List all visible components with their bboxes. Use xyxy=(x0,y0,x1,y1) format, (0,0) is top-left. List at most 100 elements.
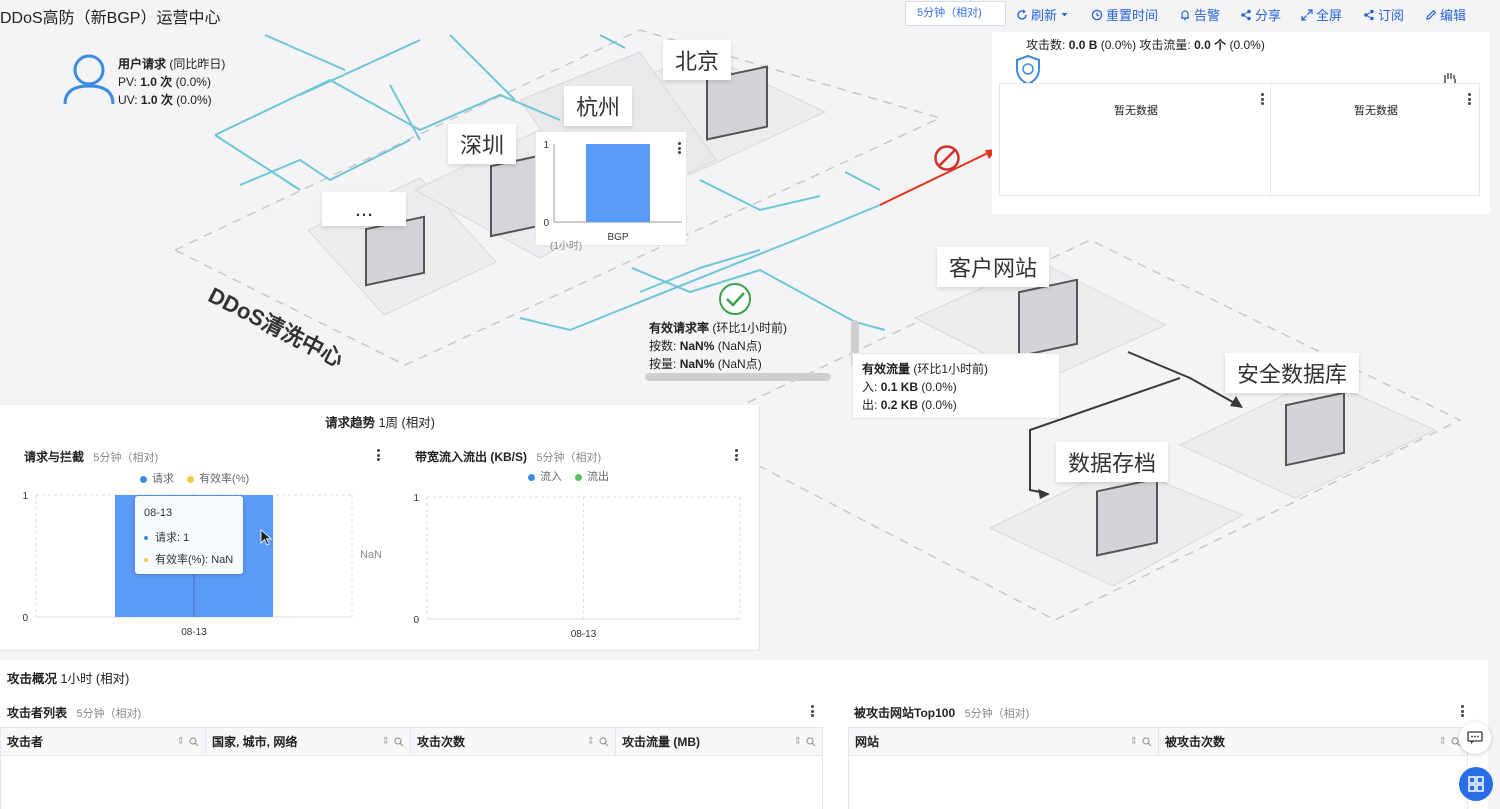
apps-button[interactable] xyxy=(1459,767,1493,801)
x-tick-label: BGP xyxy=(607,232,628,243)
fullscreen-icon xyxy=(1301,8,1313,21)
no-data-text-2: 暂无数据 xyxy=(1354,105,1398,117)
uv-row: UV: 1.0 次 (0.0%) xyxy=(118,91,212,108)
attacker-col-traffic[interactable]: 攻击流量 (MB) ⇕ xyxy=(616,728,822,756)
search-icon[interactable] xyxy=(806,737,816,747)
mouse-pointer-icon xyxy=(260,529,273,546)
y-tick-label: 0 xyxy=(543,218,549,229)
sort-icon[interactable]: ⇕ xyxy=(382,728,390,756)
search-icon[interactable] xyxy=(189,737,199,747)
fullscreen-button[interactable]: 全屏 xyxy=(1301,5,1342,24)
no-data-panel-2-menu-button[interactable] xyxy=(1463,92,1475,106)
edit-button[interactable]: 编辑 xyxy=(1425,5,1466,24)
no-data-panel-2: 暂无数据 xyxy=(1270,83,1480,196)
attacker-table-range: 5分钟（相对) xyxy=(76,708,142,720)
chat-button[interactable] xyxy=(1459,722,1491,754)
attacker-col-count[interactable]: 攻击次数 ⇕ xyxy=(411,728,616,756)
uv-label: UV: xyxy=(118,93,138,107)
subscribe-icon xyxy=(1364,9,1374,20)
no-data-panel-1-menu-button[interactable] xyxy=(1256,92,1268,106)
time-range-picker[interactable]: 5分钟（相对) xyxy=(905,1,1006,26)
reset-time-button[interactable]: 重置时间 xyxy=(1091,5,1158,24)
subscribe-label: 订阅 xyxy=(1378,8,1405,23)
database-server-icon xyxy=(1285,391,1345,467)
chart1-menu-button[interactable] xyxy=(372,448,384,462)
sort-icon[interactable]: ⇕ xyxy=(587,728,595,756)
data-archive-label: 数据存档 xyxy=(1056,442,1169,482)
no-data-panel-1: 暂无数据 xyxy=(999,83,1271,196)
share-button[interactable]: 分享 xyxy=(1240,5,1281,24)
chart1-legend-item-0[interactable]: 请求 xyxy=(140,473,174,485)
trend-title: 请求趋势 xyxy=(325,416,376,430)
site-table-range: 5分钟（相对) xyxy=(964,708,1030,720)
reset-time-label: 重置时间 xyxy=(1106,8,1159,23)
valid-request-panel: 有效请求率 (环比1小时前) 按数: NaN% (NaN点) 按量: NaN% … xyxy=(643,315,861,385)
edit-label: 编辑 xyxy=(1440,8,1467,23)
chevron-down-icon xyxy=(1061,13,1068,17)
tooltip-row-request: 请求: 1 xyxy=(144,529,189,545)
attack-traffic-change: (0.0%) xyxy=(1229,38,1265,52)
refresh-button[interactable]: 刷新 xyxy=(1016,5,1069,24)
y-tick-label: 0 xyxy=(22,613,28,624)
shield-icon xyxy=(1016,54,1040,86)
chart1-title: 请求与拦截 xyxy=(24,450,85,464)
refresh-label: 刷新 xyxy=(1031,8,1058,23)
valid-volume-change: (NaN点) xyxy=(717,357,762,371)
attack-overview-range: 1小时 (相对) xyxy=(60,672,130,686)
customer-site-label: 客户网站 xyxy=(937,247,1050,287)
uv-change: (0.0%) xyxy=(176,93,212,107)
search-icon[interactable] xyxy=(394,737,404,747)
legend-dot xyxy=(575,473,583,481)
valid-traffic-panel: 有效流量 (环比1小时前) 入: 0.1 KB (0.0%) 出: 0.2 KB… xyxy=(852,353,1060,419)
sort-icon[interactable]: ⇕ xyxy=(1439,728,1447,756)
site-table-menu-button[interactable] xyxy=(1456,704,1468,718)
chart2-legend-item-0[interactable]: 流入 xyxy=(528,471,562,483)
traffic-out-value: 0.2 KB xyxy=(880,398,919,412)
site-table-title: 被攻击网站Top100 xyxy=(854,706,956,720)
sort-icon[interactable]: ⇕ xyxy=(794,728,802,756)
alert-button[interactable]: 告警 xyxy=(1179,5,1220,24)
y-tick-label: 1 xyxy=(413,493,419,504)
attack-overview-section: 攻击概况 1小时 (相对) 攻击者列表 5分钟（相对) 攻击者 ⇕ 国家, 城市,… xyxy=(0,660,1488,809)
chart2-menu-button[interactable] xyxy=(730,448,742,462)
chart1-legend-item-1[interactable]: 有效率(%) xyxy=(187,473,249,485)
site-col-attack-count[interactable]: 被攻击次数 ⇕ xyxy=(1159,728,1467,756)
chart2-legend-item-1[interactable]: 流出 xyxy=(575,471,609,483)
bgp-mini-chart: 1 0 BGP xyxy=(543,140,682,243)
valid-count-label: 按数: xyxy=(649,339,677,353)
refresh-icon xyxy=(1017,9,1027,20)
y-tick-label: 1 xyxy=(22,491,28,502)
legend-label: 流入 xyxy=(540,471,562,483)
pv-change: (0.0%) xyxy=(175,75,211,89)
horizontal-scrollbar[interactable] xyxy=(645,373,831,381)
bandwidth-chart[interactable]: 1 0 08-13 xyxy=(395,485,755,645)
chart1-title-row: 请求与拦截 5分钟（相对) xyxy=(24,448,158,465)
attacker-table-menu-button[interactable] xyxy=(806,704,818,718)
attack-panel: 攻击数: 0.0 B (0.0%) 攻击流量: 0.0 个 (0.0%) 暂无数… xyxy=(992,32,1490,214)
col-label: 攻击流量 (MB) xyxy=(622,735,700,749)
attacker-table-title-row: 攻击者列表 5分钟（相对) xyxy=(7,704,141,721)
sort-icon[interactable]: ⇕ xyxy=(177,728,185,756)
site-col-website[interactable]: 网站 ⇕ xyxy=(849,728,1159,756)
user-request-label: 用户请求 xyxy=(118,57,167,71)
trend-section-title: 请求趋势 1周 (相对) xyxy=(0,412,760,431)
sort-icon[interactable]: ⇕ xyxy=(1130,728,1138,756)
edit-icon xyxy=(1426,9,1437,20)
traffic-in-label: 入: xyxy=(862,380,878,394)
pv-value: 1.0 次 xyxy=(140,75,173,89)
tooltip-row-0-label: 请求: 1 xyxy=(155,532,190,544)
attacker-col-location[interactable]: 国家, 城市, 网络 ⇕ xyxy=(206,728,411,756)
traffic-in-change: (0.0%) xyxy=(921,380,957,394)
search-icon[interactable] xyxy=(1142,737,1152,747)
attacker-col-attacker[interactable]: 攻击者 ⇕ xyxy=(1,728,206,756)
search-icon[interactable] xyxy=(599,737,609,747)
tooltip-row-rate: 有效率(%): NaN xyxy=(144,551,233,567)
chart1-range: 5分钟（相对) xyxy=(93,452,159,464)
legend-label: 流出 xyxy=(587,471,610,483)
legend-dot xyxy=(528,473,535,481)
security-db-label: 安全数据库 xyxy=(1225,353,1360,393)
valid-traffic-compare: (环比1小时前) xyxy=(913,362,989,376)
history-icon xyxy=(1091,9,1103,20)
subscribe-button[interactable]: 订阅 xyxy=(1363,5,1404,24)
chart2-title-row: 带宽流入流出 (KB/S) 5分钟（相对) xyxy=(415,448,601,465)
